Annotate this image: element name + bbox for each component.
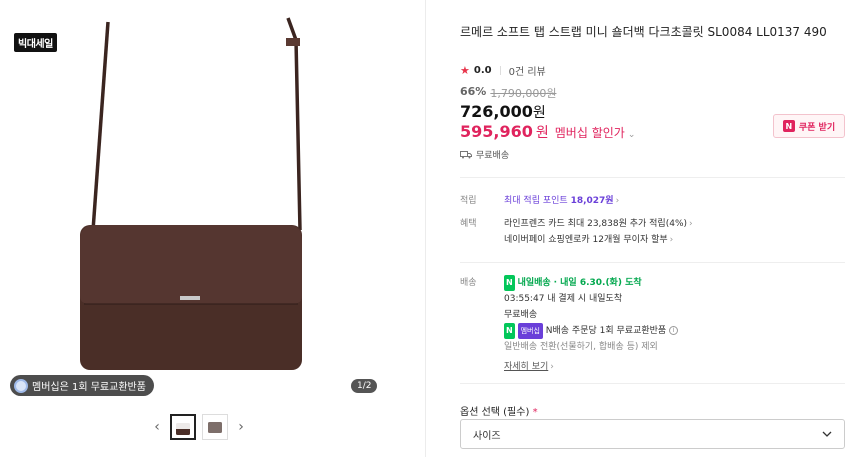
rating-separator [499,66,501,75]
points-amount: 18,027원 [570,196,614,206]
delivery-eta: N 내일배송 · 내일 6.30.(화) 도착 [504,275,844,291]
benefit-line-2[interactable]: 네이버페이 쇼핑엔로카 12개월 무이자 할부 › [504,232,844,248]
benefit-line-1-text: 라인프렌즈 카드 최대 23,838원 추가 적립(4%) [504,219,688,229]
thumbnail-1[interactable] [170,414,196,440]
required-mark: * [532,407,538,418]
truck-icon [460,151,472,159]
review-count[interactable]: 0건 리뷰 [509,63,546,78]
member-price[interactable]: 595,960 원 멤버십 할인가 ⌄ [460,122,635,142]
product-gallery: 빅대세일 멤버십은 1회 무료교환반품 1/2 ‹ › [0,0,425,457]
member-price-label: 멤버십 할인가 [554,126,625,140]
shipping-summary: 무료배송 [460,148,509,161]
divider [460,383,845,384]
chevron-right-icon: › [689,219,693,229]
membership-chip-text: 멤버십은 1회 무료교환반품 [32,382,146,393]
delivery-note: 일반배송 전환(선물하기, 합배송 등) 제외 [504,342,658,352]
delivery-badge: 내일배송 [517,278,551,288]
page-indicator: 1/2 [351,379,378,393]
divider [460,177,845,178]
delivery-label: 배송 [460,278,477,288]
discount-percent: 66% [460,85,487,98]
rating-row: ★ 0.0 0건 리뷰 [460,63,546,78]
divider [460,262,845,263]
star-icon: ★ [460,64,470,77]
chevron-down-icon: ⌄ [627,130,636,140]
membership-chip: 멤버십은 1회 무료교환반품 [10,375,154,396]
benefit-line-1[interactable]: 라인프렌즈 카드 최대 23,838원 추가 적립(4%) › [504,216,844,232]
chevron-right-icon: › [669,235,674,245]
member-price-value: 595,960 [460,122,533,141]
membership-icon [14,378,28,393]
size-select[interactable]: 사이즈 [460,419,845,449]
thumbnail-strip: ‹ › [150,414,248,440]
delivery-fee: 무료배송 [504,310,538,320]
member-price-unit: 원 [535,125,549,141]
delivery-cutoff: 03:55:47 내 결제 시 내일도착 [504,294,623,304]
sale-price: 726,000원 [460,102,546,122]
rating-score: 0.0 [473,65,492,76]
info-icon[interactable]: i [669,326,679,335]
benefits-label: 혜택 [460,219,477,229]
naver-n-icon: N [504,323,515,339]
chevron-right-icon[interactable]: › [234,417,248,437]
chevron-right-icon: › [615,196,620,206]
chevron-right-icon: › [550,362,554,372]
delivery-value: N 내일배송 · 내일 6.30.(화) 도착 03:55:47 내 결제 시 … [504,275,844,375]
benefit-line-2-text: 네이버페이 쇼핑엔로카 12개월 무이자 할부 [504,235,668,245]
npay-text: N배송 주문당 1회 무료교환반품 [545,326,667,336]
option-label-text: 옵션 선택 (필수) [460,407,530,418]
option-label: 옵션 선택 (필수) * [460,403,538,418]
panel-divider [425,0,426,457]
discount-row: 66% 1,790,000원 [460,85,556,101]
chevron-left-icon[interactable]: ‹ [150,417,164,437]
points-text: 최대 적립 포인트 [504,196,568,206]
points-label: 적립 [460,196,477,206]
delivery-more[interactable]: 자세히 보기 › [504,359,844,375]
sale-price-unit: 원 [532,105,546,121]
naver-n-icon: N [782,120,795,132]
coupon-button[interactable]: N 쿠폰 받기 [773,114,845,138]
detail-link: 자세히 보기 [504,362,549,372]
sale-badge: 빅대세일 [14,33,57,52]
naver-n-icon: N [504,275,515,291]
product-title: 르메르 소프트 탭 스트랩 미니 숄더백 다크초콜릿 SL0084 LL0137… [460,25,827,39]
thumbnail-2[interactable] [202,414,228,440]
benefits-value: 라인프렌즈 카드 최대 23,838원 추가 적립(4%) › 네이버페이 쇼핑엔… [504,216,844,248]
shipping-summary-text: 무료배송 [476,151,510,161]
membership-tag: 멤버십 [517,323,543,339]
delivery-arrival: · 내일 6.30.(화) 도착 [553,278,642,288]
product-info-panel: 르메르 소프트 탭 스트랩 미니 숄더백 다크초콜릿 SL0084 LL0137… [460,0,850,457]
chevron-down-icon [822,431,832,437]
sale-price-value: 726,000 [460,102,533,121]
product-main-image[interactable] [0,0,425,400]
size-select-value: 사이즈 [473,430,501,442]
points-value[interactable]: 최대 적립 포인트 18,027원 › [504,193,844,209]
original-price: 1,790,000원 [490,87,557,100]
delivery-membership: N 멤버십 N배송 주문당 1회 무료교환반품 i [504,323,844,339]
coupon-button-label: 쿠폰 받기 [798,122,836,133]
